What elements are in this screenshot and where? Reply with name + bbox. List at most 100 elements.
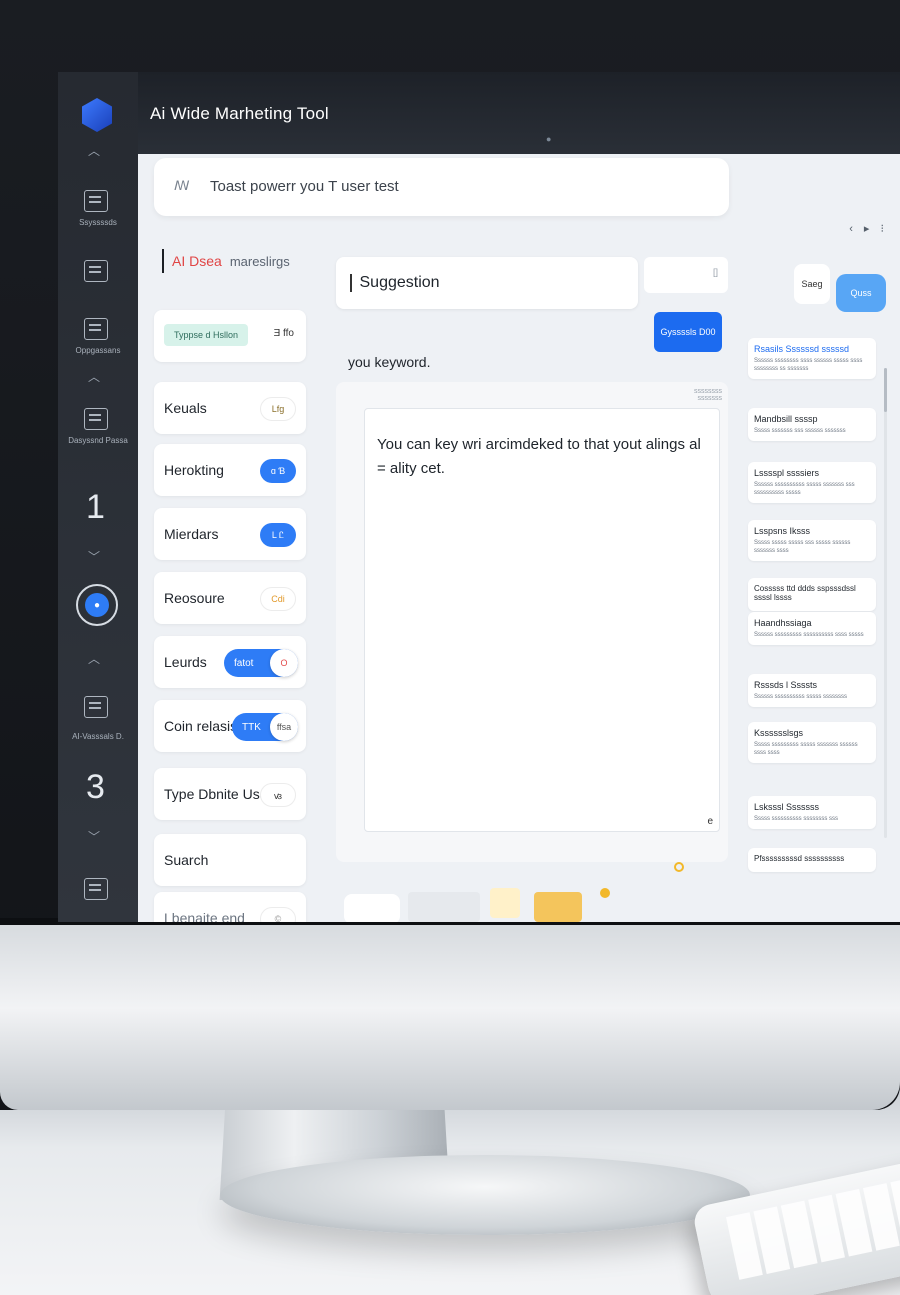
content-editor[interactable]: You can key wri arcimdeked to that yout … bbox=[364, 408, 720, 832]
chevron-up-icon[interactable]: ︿ bbox=[88, 142, 100, 159]
list-item-label: Mierdars bbox=[164, 526, 219, 542]
insight-card[interactable]: Mandbsill ssssp Sssss sssssss sss ssssss… bbox=[748, 408, 876, 441]
insight-card[interactable]: Cosssss ttd ddds sspsssdssl ssssl lssss bbox=[748, 578, 876, 611]
insight-card-sub: Sssss ssssssssss ssssssss sss bbox=[754, 816, 839, 822]
save-button[interactable]: Saeg bbox=[794, 264, 830, 304]
generate-button[interactable]: Gyssssls D00 bbox=[654, 312, 722, 352]
insight-card-sub: Sssss sssssssss sssss sssssss ssssss sss… bbox=[754, 742, 858, 756]
toolbar-button[interactable] bbox=[490, 888, 520, 918]
insight-card[interactable]: Lsssspl ssssiers Ssssss ssssssssss sssss… bbox=[748, 462, 876, 503]
chevron-up-icon[interactable]: ︿ bbox=[88, 650, 100, 667]
dashboard-icon[interactable] bbox=[84, 408, 108, 430]
rail-label-3: Dasyssnd Passa bbox=[68, 436, 128, 445]
suggestion-text: Suggestion bbox=[359, 274, 440, 291]
share-button[interactable]: Quss bbox=[836, 274, 886, 312]
action-badge[interactable]: L Ꮭ bbox=[260, 523, 296, 547]
insight-card-sub: Sssss sssssss sss ssssss sssssss bbox=[754, 428, 846, 434]
toggle-switch[interactable]: fatot O bbox=[224, 649, 298, 677]
insight-card-title: Mandbsill ssssp bbox=[754, 414, 818, 424]
resize-handle-icon[interactable]: e bbox=[707, 816, 713, 827]
list-item[interactable]: Herokting ɑ Ɓ bbox=[154, 444, 306, 496]
list-item-label: Coin relasis bbox=[164, 718, 238, 734]
insight-card-title: Lsksssl Sssssss bbox=[754, 802, 820, 812]
insight-card-sub: Ssssss sssssssss ssssssssss ssss sssss bbox=[754, 632, 864, 638]
scrollbar[interactable] bbox=[884, 368, 887, 838]
status-badge[interactable]: Cdi bbox=[260, 587, 296, 611]
insight-card-title: Rsssds l Ssssts bbox=[754, 680, 818, 690]
rail-number: 3 bbox=[86, 768, 105, 806]
status-badge[interactable]: Lfg bbox=[260, 397, 296, 421]
grid-icon[interactable] bbox=[84, 696, 108, 718]
insight-card[interactable]: Rsasils Ssssssd sssssd Ssssss ssssssss s… bbox=[748, 338, 876, 379]
tag-badge: Typpse d Hsllon bbox=[164, 324, 249, 346]
list-item[interactable]: Leurds fatot O bbox=[154, 636, 306, 688]
insight-card-title: Pfsssssssssd ssssssssss bbox=[754, 854, 845, 863]
chevron-down-icon[interactable]: ﹀ bbox=[88, 548, 100, 565]
chevron-up-icon[interactable]: ︿ bbox=[88, 368, 100, 385]
list-item[interactable]: Coin relasis TTK ffsa bbox=[154, 700, 306, 752]
rail-label-4: AI-Vasssals D. bbox=[72, 732, 124, 741]
list-item-label: Lbenaite end bbox=[164, 910, 245, 922]
rail-label-1: Ssyssssds bbox=[79, 218, 117, 227]
suggestion-input[interactable]: Suggestion bbox=[336, 257, 638, 309]
search-bar[interactable]: ꟿ Toast powerr you T user test bbox=[154, 158, 729, 216]
search-text: Toast powerr you T user test bbox=[210, 178, 399, 195]
list-item[interactable]: Reosoure Cdi bbox=[154, 572, 306, 624]
document-icon[interactable] bbox=[84, 260, 108, 282]
screen: Ai Wide Marheting Tool ● ︿ Ssyssssds Opp… bbox=[58, 72, 900, 922]
insight-card-title: Ksssssslsgs bbox=[754, 728, 804, 738]
monitor-stand-base bbox=[220, 1155, 750, 1235]
list-item[interactable]: Mierdars L Ꮭ bbox=[154, 508, 306, 560]
insight-card[interactable]: Lsspsns Iksss Sssss sssss sssss sss ssss… bbox=[748, 520, 876, 561]
active-nav-item[interactable]: ● bbox=[76, 584, 118, 626]
action-badge[interactable]: ɑ Ɓ bbox=[260, 459, 296, 483]
insight-card[interactable]: Haandhssiaga Ssssss sssssssss ssssssssss… bbox=[748, 612, 876, 645]
toggle-switch[interactable]: TTK ffsa bbox=[232, 713, 298, 741]
app-title: Ai Wide Marheting Tool bbox=[150, 104, 329, 123]
toolbar-button[interactable] bbox=[408, 892, 480, 922]
ai-icon: ꟿ bbox=[174, 178, 190, 193]
insight-card-sub: Sssss sssss sssss sss sssss ssssss sssss… bbox=[754, 540, 851, 554]
status-ring-icon bbox=[674, 862, 684, 872]
insight-card-sub: Ssssss ssssssssss sssss sssssss sss ssss… bbox=[754, 482, 855, 496]
camera-icon: ● bbox=[546, 134, 552, 144]
bottom-toolbar bbox=[338, 862, 728, 922]
list-item[interactable]: Type Dbnite Usats ꟃ bbox=[154, 768, 306, 820]
text-caret bbox=[350, 274, 352, 292]
window-controls-icon[interactable]: ‹ ▸ ⁝ bbox=[849, 222, 888, 235]
list-item-label: Suarch bbox=[164, 852, 209, 868]
monitor-chin bbox=[0, 925, 900, 1110]
insight-card-title: Rsasils Ssssssd sssssd bbox=[754, 344, 850, 354]
list-item[interactable]: Lbenaite end © bbox=[154, 892, 306, 922]
toggle-label: TTK bbox=[242, 721, 261, 733]
status-dot-icon bbox=[600, 888, 610, 898]
pin-icon bbox=[162, 249, 164, 273]
list-item-label: Leurds bbox=[164, 654, 207, 670]
calendar-icon[interactable] bbox=[84, 190, 108, 212]
list-item[interactable]: Keuals Lfg bbox=[154, 382, 306, 434]
insight-card-title: Lsspsns Iksss bbox=[754, 526, 811, 536]
insight-card-sub: Ssssss ssssssssss sssss ssssssss bbox=[754, 694, 848, 700]
rail-label-2: Oppgassans bbox=[75, 346, 121, 355]
insight-card[interactable]: Ksssssslsgs Sssss sssssssss sssss ssssss… bbox=[748, 722, 876, 763]
insight-card[interactable]: Rsssds l Ssssts Ssssss ssssssssss sssss … bbox=[748, 674, 876, 707]
list-item-label: Keuals bbox=[164, 400, 207, 416]
rail-number: 1 bbox=[86, 488, 105, 526]
chevron-down-icon[interactable]: ﹀ bbox=[88, 828, 100, 845]
toolbar-button[interactable] bbox=[534, 892, 582, 922]
settings-icon[interactable]: © bbox=[260, 907, 296, 922]
bag-icon[interactable] bbox=[84, 878, 108, 900]
list-item[interactable]: Suarch bbox=[154, 834, 306, 886]
insight-card-title: Cosssss ttd ddds sspsssdssl ssssl lssss bbox=[754, 584, 856, 602]
insight-card[interactable]: Pfsssssssssd ssssssssss bbox=[748, 848, 876, 872]
panel-header: AI Dsea mareslirgs bbox=[154, 232, 304, 290]
share-icon[interactable]: ꟃ bbox=[260, 783, 296, 807]
toolbar-button[interactable] bbox=[344, 894, 400, 922]
keyword-label: you keyword. bbox=[348, 354, 431, 370]
list-item-tag[interactable]: Typpse d Hsllon Ǝ ffo bbox=[154, 310, 306, 362]
insight-card[interactable]: Lsksssl Sssssss Sssss ssssssssss sssssss… bbox=[748, 796, 876, 829]
file-icon[interactable] bbox=[84, 318, 108, 340]
toggle-label: fatot bbox=[234, 657, 254, 669]
list-item-label: Herokting bbox=[164, 462, 224, 478]
panel-header-highlight: AI Dsea bbox=[172, 253, 222, 269]
